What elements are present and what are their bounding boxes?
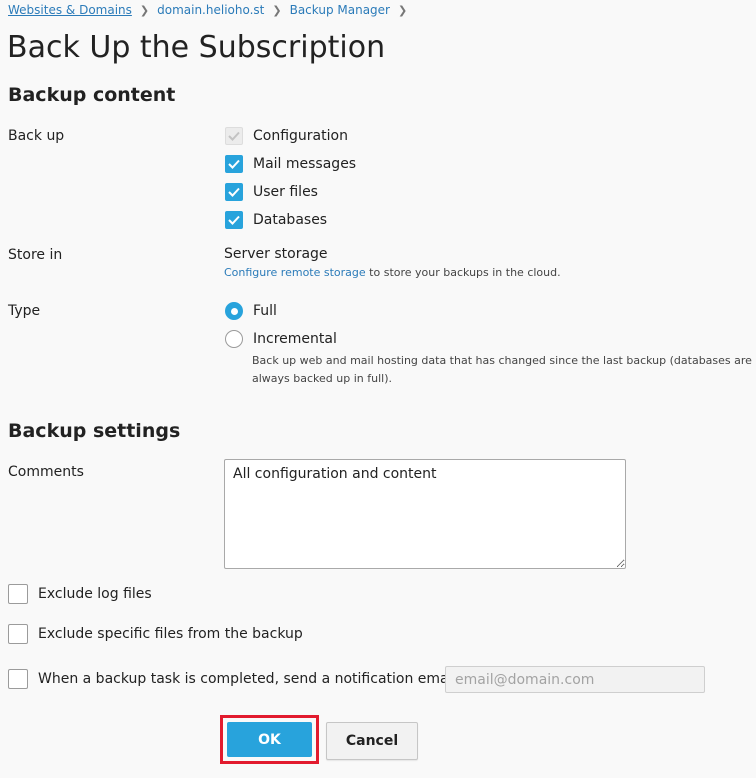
backup-settings-heading: Backup settings — [8, 420, 181, 442]
checkbox-databases[interactable] — [225, 211, 243, 229]
checkbox-notify[interactable] — [8, 669, 28, 689]
ok-button[interactable]: OK — [227, 722, 312, 757]
backup-content-heading: Backup content — [8, 84, 176, 106]
cancel-button[interactable]: Cancel — [326, 722, 418, 760]
breadcrumb-backup-manager[interactable]: Backup Manager — [290, 3, 390, 17]
option-configuration-label: Configuration — [253, 128, 348, 144]
type-incremental-label[interactable]: Incremental — [253, 331, 337, 347]
breadcrumb-domain[interactable]: domain.helioho.st — [157, 3, 264, 17]
checkbox-exclude-specific-files[interactable] — [8, 624, 28, 644]
remote-storage-suffix: to store your backups in the cloud. — [369, 266, 561, 279]
backup-up-label: Back up — [8, 128, 65, 144]
chevron-right-icon: ❯ — [272, 3, 282, 17]
notify-option[interactable]: When a backup task is completed, send a … — [8, 669, 475, 689]
option-configuration: Configuration — [225, 126, 348, 146]
incremental-hint-line-1: Back up web and mail hosting data that h… — [252, 354, 752, 367]
exclude-specific-files-label[interactable]: Exclude specific files from the backup — [38, 626, 303, 642]
exclude-log-files-option[interactable]: Exclude log files — [8, 584, 152, 604]
configure-remote-storage-link[interactable]: Configure remote storage — [224, 266, 366, 279]
ok-button-highlight: OK — [220, 715, 319, 764]
checkbox-exclude-log-files[interactable] — [8, 584, 28, 604]
checkbox-configuration — [225, 127, 243, 145]
check-icon — [228, 159, 240, 169]
chevron-right-icon: ❯ — [398, 3, 408, 17]
notify-label[interactable]: When a backup task is completed, send a … — [38, 671, 475, 687]
type-label: Type — [8, 303, 41, 319]
check-icon — [228, 215, 240, 225]
option-mail-messages[interactable]: Mail messages — [225, 154, 356, 174]
checkbox-mail-messages[interactable] — [225, 155, 243, 173]
comments-label: Comments — [8, 464, 84, 480]
option-mail-messages-label[interactable]: Mail messages — [253, 156, 356, 172]
exclude-log-files-label[interactable]: Exclude log files — [38, 586, 152, 602]
store-in-label: Store in — [8, 247, 63, 263]
radio-incremental[interactable] — [225, 330, 243, 348]
page-title: Back Up the Subscription — [7, 30, 386, 65]
incremental-hint: Back up web and mail hosting data that h… — [252, 352, 752, 388]
chevron-right-icon: ❯ — [139, 3, 150, 17]
option-user-files[interactable]: User files — [225, 182, 318, 202]
comments-textarea[interactable] — [224, 459, 626, 569]
radio-full[interactable] — [225, 302, 243, 320]
type-incremental-option[interactable]: Incremental — [225, 329, 337, 349]
type-full-label[interactable]: Full — [253, 303, 277, 319]
incremental-hint-line-2: always backed up in full). — [252, 372, 392, 385]
checkbox-user-files[interactable] — [225, 183, 243, 201]
breadcrumb: Websites & Domains ❯ domain.helioho.st ❯… — [8, 3, 415, 17]
option-databases-label[interactable]: Databases — [253, 212, 327, 228]
breadcrumb-websites-domains[interactable]: Websites & Domains — [8, 3, 132, 17]
check-icon — [228, 187, 240, 197]
type-full-option[interactable]: Full — [225, 301, 277, 321]
remote-storage-line: Configure remote storage to store your b… — [224, 264, 561, 282]
option-databases[interactable]: Databases — [225, 210, 327, 230]
option-user-files-label[interactable]: User files — [253, 184, 318, 200]
store-value: Server storage — [224, 246, 328, 262]
notification-email-input[interactable] — [445, 666, 705, 693]
exclude-specific-files-option[interactable]: Exclude specific files from the backup — [8, 624, 303, 644]
check-icon — [228, 131, 240, 141]
